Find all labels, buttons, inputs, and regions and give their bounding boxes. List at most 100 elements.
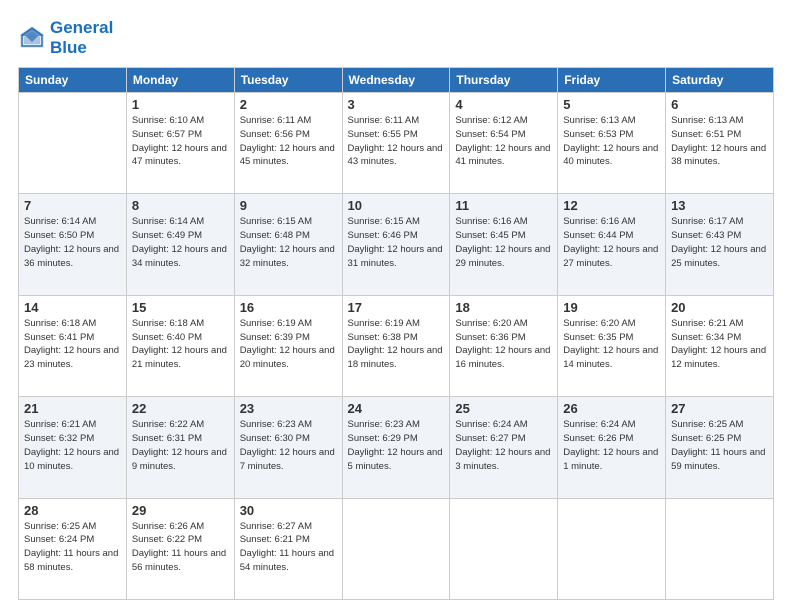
week-row-3: 14 Sunrise: 6:18 AM Sunset: 6:41 PM Dayli… (19, 295, 774, 396)
calendar-cell: 13Sunrise: 6:17 AM Sunset: 6:43 PM Dayli… (666, 194, 774, 295)
calendar-cell: 6Sunrise: 6:13 AM Sunset: 6:51 PM Daylig… (666, 93, 774, 194)
logo: General Blue (18, 18, 113, 57)
calendar-cell: 14 Sunrise: 6:18 AM Sunset: 6:41 PM Dayli… (19, 295, 127, 396)
weekday-header-tuesday: Tuesday (234, 68, 342, 93)
day-number: 17 (348, 300, 445, 315)
header: General Blue (18, 18, 774, 57)
calendar-cell: 15 Sunrise: 6:18 AM Sunset: 6:40 PM Dayli… (126, 295, 234, 396)
week-row-2: 7 Sunrise: 6:14 AM Sunset: 6:50 PM Daylig… (19, 194, 774, 295)
week-row-5: 28 Sunrise: 6:25 AM Sunset: 6:24 PM Dayli… (19, 498, 774, 599)
day-number: 19 (563, 300, 660, 315)
weekday-header-row: SundayMondayTuesdayWednesdayThursdayFrid… (19, 68, 774, 93)
calendar-cell: 7 Sunrise: 6:14 AM Sunset: 6:50 PM Daylig… (19, 194, 127, 295)
week-row-4: 21 Sunrise: 6:21 AM Sunset: 6:32 PM Dayli… (19, 397, 774, 498)
calendar-cell: 1 Sunrise: 6:10 AM Sunset: 6:57 PM Daylig… (126, 93, 234, 194)
day-number: 24 (348, 401, 445, 416)
calendar-cell: 18 Sunrise: 6:20 AM Sunset: 6:36 PM Dayli… (450, 295, 558, 396)
day-number: 14 (24, 300, 121, 315)
day-number: 18 (455, 300, 552, 315)
calendar-cell (558, 498, 666, 599)
weekday-header-thursday: Thursday (450, 68, 558, 93)
cell-text: Sunrise: 6:20 AM Sunset: 6:35 PM Dayligh… (563, 317, 660, 372)
day-number: 6 (671, 97, 768, 112)
day-number: 10 (348, 198, 445, 213)
cell-text: Sunrise: 6:25 AM Sunset: 6:25 PM Dayligh… (671, 418, 768, 473)
cell-text: Sunrise: 6:19 AM Sunset: 6:39 PM Dayligh… (240, 317, 337, 372)
calendar-cell: 10 Sunrise: 6:15 AM Sunset: 6:46 PM Dayli… (342, 194, 450, 295)
cell-text: Sunrise: 6:22 AM Sunset: 6:31 PM Dayligh… (132, 418, 229, 473)
day-number: 29 (132, 503, 229, 518)
cell-text: Sunrise: 6:11 AM Sunset: 6:55 PM Dayligh… (348, 114, 445, 169)
cell-text: Sunrise: 6:14 AM Sunset: 6:49 PM Dayligh… (132, 215, 229, 270)
day-number: 1 (132, 97, 229, 112)
cell-text: Sunrise: 6:23 AM Sunset: 6:30 PM Dayligh… (240, 418, 337, 473)
cell-text: Sunrise: 6:23 AM Sunset: 6:29 PM Dayligh… (348, 418, 445, 473)
calendar-cell: 4 Sunrise: 6:12 AM Sunset: 6:54 PM Daylig… (450, 93, 558, 194)
cell-text: Sunrise: 6:26 AM Sunset: 6:22 PM Dayligh… (132, 520, 229, 575)
day-number: 30 (240, 503, 337, 518)
calendar-cell: 19 Sunrise: 6:20 AM Sunset: 6:35 PM Dayli… (558, 295, 666, 396)
calendar-cell: 11Sunrise: 6:16 AM Sunset: 6:45 PM Dayli… (450, 194, 558, 295)
cell-text: Sunrise: 6:18 AM Sunset: 6:40 PM Dayligh… (132, 317, 229, 372)
weekday-header-sunday: Sunday (19, 68, 127, 93)
weekday-header-monday: Monday (126, 68, 234, 93)
day-number: 9 (240, 198, 337, 213)
day-number: 26 (563, 401, 660, 416)
day-number: 27 (671, 401, 768, 416)
cell-text: Sunrise: 6:18 AM Sunset: 6:41 PM Dayligh… (24, 317, 121, 372)
calendar-table: SundayMondayTuesdayWednesdayThursdayFrid… (18, 67, 774, 600)
calendar-cell: 28 Sunrise: 6:25 AM Sunset: 6:24 PM Dayli… (19, 498, 127, 599)
calendar-cell: 21 Sunrise: 6:21 AM Sunset: 6:32 PM Dayli… (19, 397, 127, 498)
cell-text: Sunrise: 6:24 AM Sunset: 6:27 PM Dayligh… (455, 418, 552, 473)
day-number: 23 (240, 401, 337, 416)
day-number: 28 (24, 503, 121, 518)
page: General Blue SundayMondayTuesdayWednesda… (0, 0, 792, 612)
cell-text: Sunrise: 6:24 AM Sunset: 6:26 PM Dayligh… (563, 418, 660, 473)
cell-text: Sunrise: 6:12 AM Sunset: 6:54 PM Dayligh… (455, 114, 552, 169)
day-number: 25 (455, 401, 552, 416)
cell-text: Sunrise: 6:20 AM Sunset: 6:36 PM Dayligh… (455, 317, 552, 372)
cell-text: Sunrise: 6:16 AM Sunset: 6:45 PM Dayligh… (455, 215, 552, 270)
cell-text: Sunrise: 6:10 AM Sunset: 6:57 PM Dayligh… (132, 114, 229, 169)
calendar-cell: 25 Sunrise: 6:24 AM Sunset: 6:27 PM Dayli… (450, 397, 558, 498)
day-number: 16 (240, 300, 337, 315)
cell-text: Sunrise: 6:16 AM Sunset: 6:44 PM Dayligh… (563, 215, 660, 270)
calendar-cell (19, 93, 127, 194)
calendar-cell (450, 498, 558, 599)
calendar-cell: 27 Sunrise: 6:25 AM Sunset: 6:25 PM Dayli… (666, 397, 774, 498)
cell-text: Sunrise: 6:13 AM Sunset: 6:53 PM Dayligh… (563, 114, 660, 169)
logo-text: General Blue (50, 18, 113, 57)
cell-text: Sunrise: 6:17 AM Sunset: 6:43 PM Dayligh… (671, 215, 768, 270)
cell-text: Sunrise: 6:15 AM Sunset: 6:48 PM Dayligh… (240, 215, 337, 270)
day-number: 7 (24, 198, 121, 213)
calendar-cell: 20Sunrise: 6:21 AM Sunset: 6:34 PM Dayli… (666, 295, 774, 396)
weekday-header-friday: Friday (558, 68, 666, 93)
calendar-cell: 16 Sunrise: 6:19 AM Sunset: 6:39 PM Dayli… (234, 295, 342, 396)
logo-icon (18, 24, 46, 52)
cell-text: Sunrise: 6:14 AM Sunset: 6:50 PM Dayligh… (24, 215, 121, 270)
cell-text: Sunrise: 6:19 AM Sunset: 6:38 PM Dayligh… (348, 317, 445, 372)
day-number: 20 (671, 300, 768, 315)
calendar-cell: 22Sunrise: 6:22 AM Sunset: 6:31 PM Dayli… (126, 397, 234, 498)
calendar-cell: 12Sunrise: 6:16 AM Sunset: 6:44 PM Dayli… (558, 194, 666, 295)
day-number: 2 (240, 97, 337, 112)
calendar-cell: 2 Sunrise: 6:11 AM Sunset: 6:56 PM Daylig… (234, 93, 342, 194)
day-number: 21 (24, 401, 121, 416)
calendar-cell: 24 Sunrise: 6:23 AM Sunset: 6:29 PM Dayli… (342, 397, 450, 498)
weekday-header-saturday: Saturday (666, 68, 774, 93)
calendar-cell: 17 Sunrise: 6:19 AM Sunset: 6:38 PM Dayli… (342, 295, 450, 396)
cell-text: Sunrise: 6:15 AM Sunset: 6:46 PM Dayligh… (348, 215, 445, 270)
calendar-cell: 26 Sunrise: 6:24 AM Sunset: 6:26 PM Dayli… (558, 397, 666, 498)
calendar-cell: 29 Sunrise: 6:26 AM Sunset: 6:22 PM Dayli… (126, 498, 234, 599)
cell-text: Sunrise: 6:21 AM Sunset: 6:32 PM Dayligh… (24, 418, 121, 473)
day-number: 4 (455, 97, 552, 112)
day-number: 5 (563, 97, 660, 112)
calendar-cell: 3Sunrise: 6:11 AM Sunset: 6:55 PM Daylig… (342, 93, 450, 194)
cell-text: Sunrise: 6:27 AM Sunset: 6:21 PM Dayligh… (240, 520, 337, 575)
calendar-cell: 23 Sunrise: 6:23 AM Sunset: 6:30 PM Dayli… (234, 397, 342, 498)
calendar-cell: 9 Sunrise: 6:15 AM Sunset: 6:48 PM Daylig… (234, 194, 342, 295)
calendar-cell (666, 498, 774, 599)
cell-text: Sunrise: 6:25 AM Sunset: 6:24 PM Dayligh… (24, 520, 121, 575)
cell-text: Sunrise: 6:11 AM Sunset: 6:56 PM Dayligh… (240, 114, 337, 169)
day-number: 15 (132, 300, 229, 315)
